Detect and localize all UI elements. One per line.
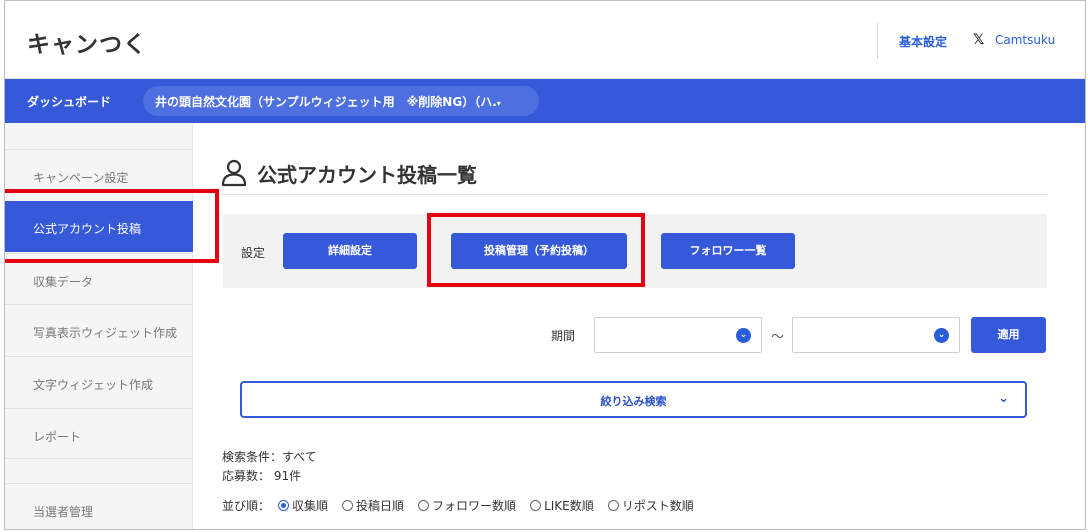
campaign-selector-label: 井の頭自然文化園（サンプルウィジェット用 ※削除NG）（ハ.	[155, 95, 497, 109]
top-header: キャンつく 基本設定 𝕏 Camtsuku	[5, 1, 1085, 79]
sort-radio-post-date[interactable]	[342, 500, 354, 511]
chevron-down-icon: ▾	[496, 99, 501, 108]
filter-search-toggle[interactable]: 絞り込み検索 ⌄	[240, 381, 1027, 418]
period-end-select[interactable]: ⌄	[792, 317, 960, 353]
chevron-down-icon: ⌄	[998, 391, 1009, 406]
sort-radio-collected[interactable]	[278, 500, 290, 511]
sidebar-item-winner-management[interactable]: 当選者管理	[5, 483, 193, 529]
sidebar: キャンペーン設定 公式アカウント投稿 収集データ 写真表示ウィジェット作成 文字…	[5, 123, 193, 529]
detail-settings-button[interactable]: 詳細設定	[283, 233, 417, 269]
x-logo-icon: 𝕏	[973, 32, 985, 48]
highlight-box-post-management	[427, 213, 645, 287]
applicant-count-text: 応募数： 91件	[222, 469, 302, 483]
period-label: 期間	[551, 329, 576, 343]
sort-radio-followers[interactable]	[418, 500, 430, 511]
nav-bar: ダッシュボード 井の頭自然文化園（サンプルウィジェット用 ※削除NG）（ハ.▾	[5, 79, 1085, 123]
camtsuku-x-link[interactable]: Camtsuku	[995, 33, 1055, 47]
search-condition-text: 検索条件：すべて	[222, 450, 317, 464]
sort-radio-likes[interactable]	[530, 500, 542, 511]
page-title-area: 公式アカウント投稿一覧	[219, 157, 1047, 195]
header-divider	[877, 23, 878, 59]
sidebar-item-photo-widget[interactable]: 写真表示ウィジェット作成	[5, 304, 193, 355]
page-title: 公式アカウント投稿一覧	[257, 163, 477, 187]
sort-label: 並び順：	[222, 499, 271, 513]
chevron-down-icon: ⌄	[736, 328, 751, 343]
period-start-select[interactable]: ⌄	[594, 317, 762, 353]
follower-list-button[interactable]: フォロワー一覧	[661, 233, 795, 269]
sort-option-label: LIKE数順	[544, 499, 594, 513]
sidebar-item-report[interactable]: レポート	[5, 408, 193, 459]
sort-option-label: フォロワー数順	[432, 499, 517, 513]
highlight-box-sidebar	[5, 189, 219, 263]
sort-option-label: 投稿日順	[356, 499, 405, 513]
sort-option-label: リポスト数順	[621, 499, 694, 513]
campaign-selector[interactable]: 井の頭自然文化園（サンプルウィジェット用 ※削除NG）（ハ.▾	[143, 86, 539, 116]
app-window: キャンつく 基本設定 𝕏 Camtsuku ダッシュボード 井の頭自然文化園（サ…	[4, 0, 1086, 530]
app-logo[interactable]: キャンつく	[27, 25, 147, 59]
sidebar-item-text-widget[interactable]: 文字ウィジェット作成	[5, 356, 193, 407]
sort-radio-reposts[interactable]	[607, 500, 619, 511]
chevron-down-icon: ⌄	[934, 328, 949, 343]
settings-label: 設定	[241, 246, 266, 260]
period-separator: 〜	[771, 330, 785, 345]
basic-settings-link[interactable]: 基本設定	[899, 33, 947, 50]
dashboard-link[interactable]: ダッシュボード	[27, 93, 111, 110]
sort-option-label: 収集順	[292, 499, 329, 513]
filter-search-label: 絞り込み検索	[600, 395, 667, 408]
user-icon	[221, 159, 247, 187]
sort-options: 並び順： 収集順 投稿日順 フォロワー数順 LIKE数順 リポスト数順	[222, 497, 700, 514]
apply-button[interactable]: 適用	[971, 317, 1046, 353]
